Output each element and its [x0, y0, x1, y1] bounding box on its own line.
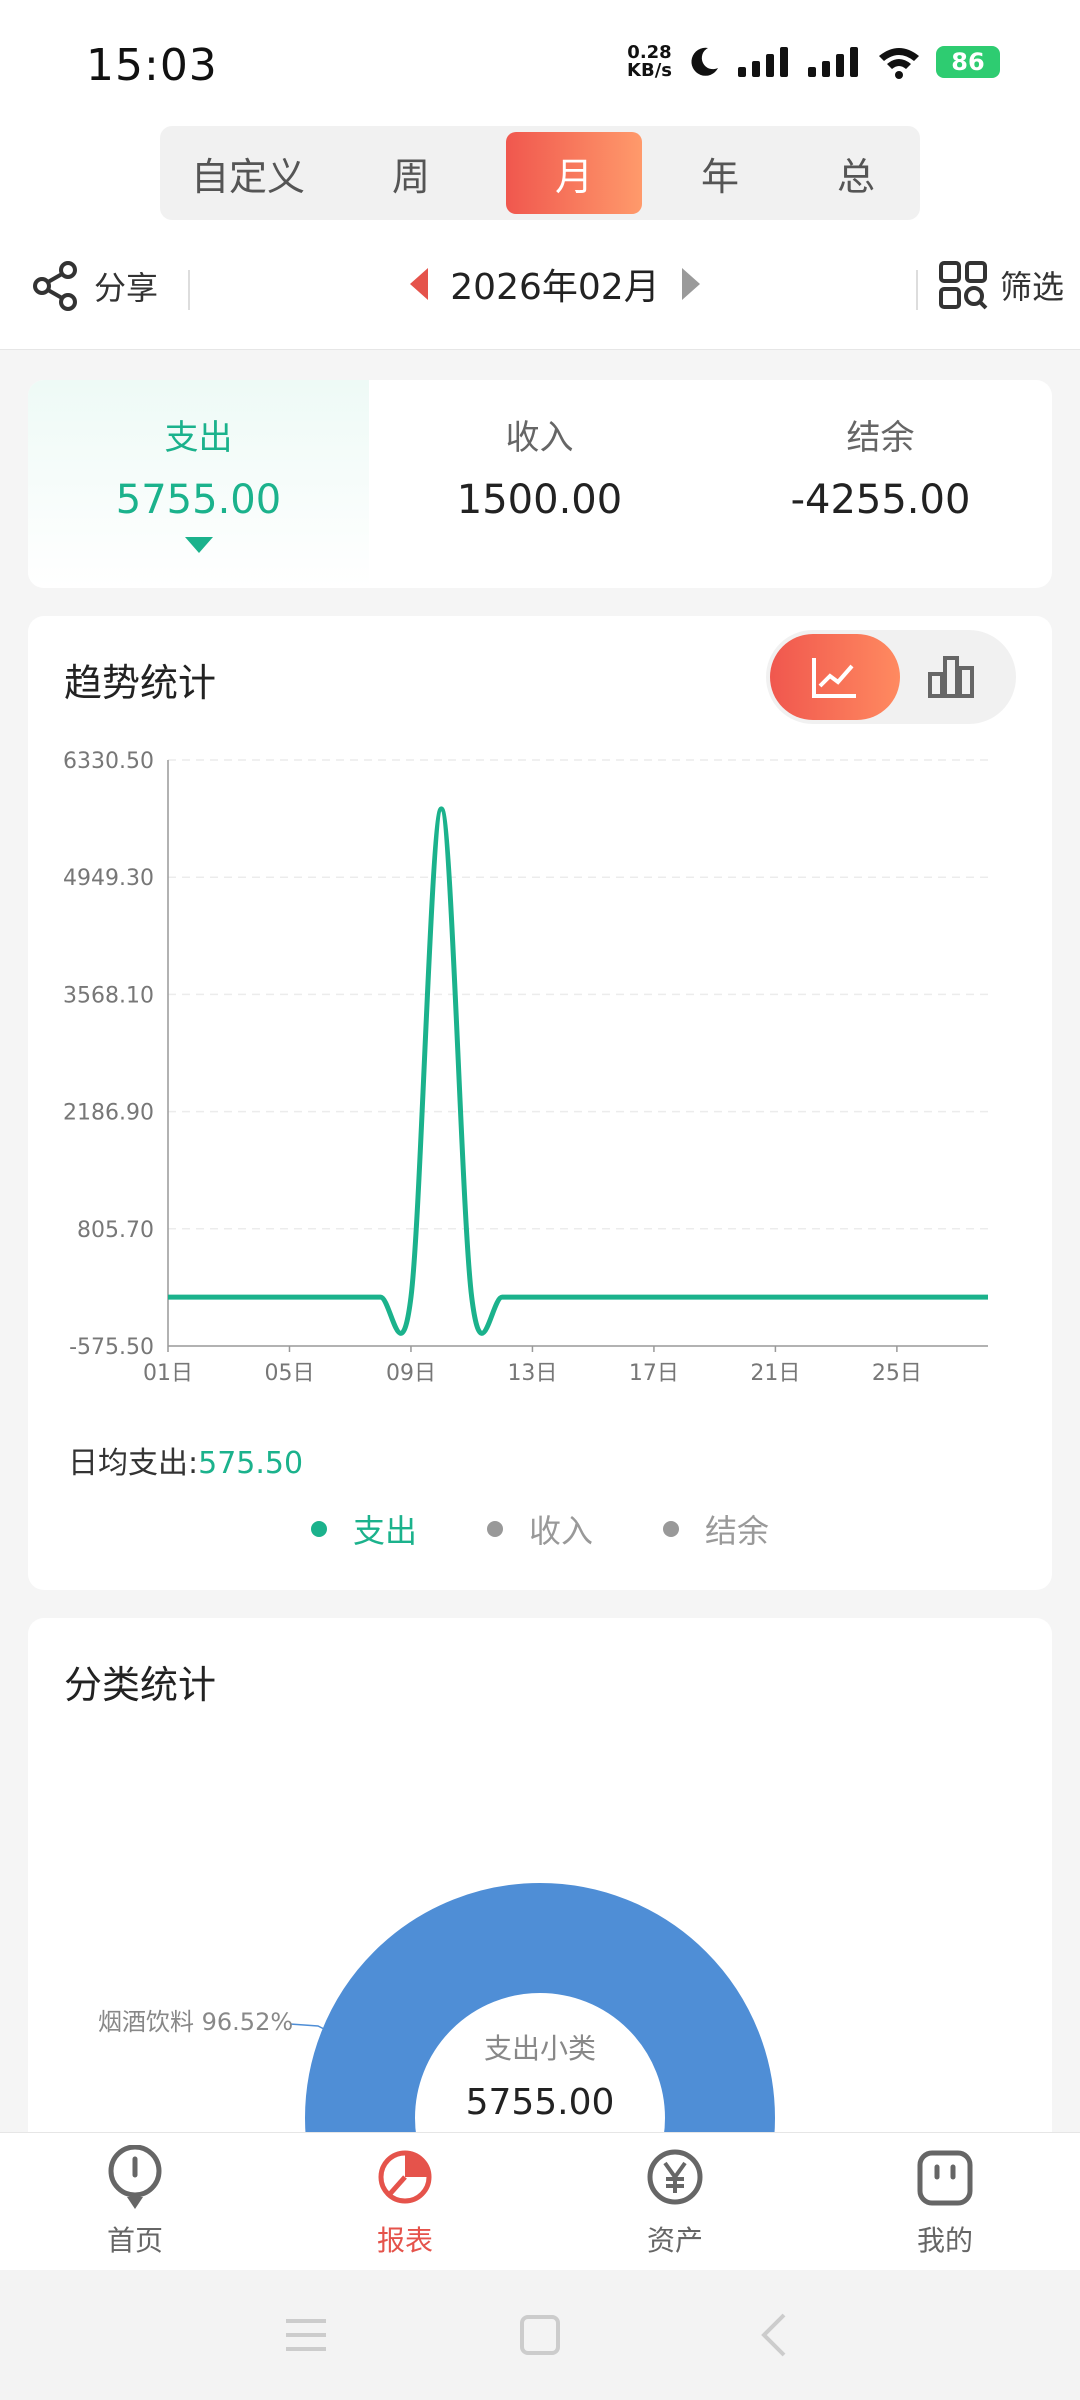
chart-type-toggle: [766, 630, 1016, 724]
slice-label: 烟酒饮料 96.52%: [98, 2008, 293, 2036]
income-label: 收入: [505, 418, 574, 458]
legend-income[interactable]: 收入: [486, 1506, 593, 1552]
daily-average: 日均支出:575.50: [68, 1438, 303, 1482]
tab-total[interactable]: 总: [796, 132, 916, 214]
nav-assets[interactable]: 资产: [575, 2145, 775, 2259]
summary-balance[interactable]: 结余 -4255.00: [710, 380, 1051, 588]
y-tick-label: 3568.10: [63, 983, 154, 1008]
share-button[interactable]: 分享: [30, 260, 158, 312]
filter-label: 筛选: [999, 268, 1064, 306]
legend-dot: [486, 1521, 503, 1537]
y-tick-label: 6330.50: [63, 749, 154, 774]
x-tick-label: 21日: [750, 1361, 800, 1386]
category-donut-chart: 烟酒饮料 96.52% 支出小类 5755.00: [98, 1883, 775, 2138]
expense-label: 支出: [164, 418, 233, 458]
net-speed: 0.28 KB/s: [627, 44, 672, 80]
nav-profile-label: 我的: [916, 2224, 973, 2257]
yen-icon: [647, 2149, 703, 2205]
bar-chart-toggle[interactable]: [906, 634, 996, 720]
line-chart-icon: [812, 658, 856, 698]
summary-income[interactable]: 收入 1500.00: [369, 380, 710, 588]
filter-button[interactable]: 筛选: [938, 260, 1064, 310]
series-line-expense: [167, 806, 988, 1336]
y-tick-label: 4949.30: [63, 866, 154, 891]
donut-center-label: 支出小类: [484, 2032, 596, 2065]
legend-income-label: 收入: [528, 1512, 593, 1550]
daily-average-label: 日均支出:: [68, 1446, 199, 1481]
legend-dot: [663, 1521, 679, 1537]
trend-line-chart: 6330.50 4949.30 3568.10 2186.90 805.70 -575.5…: [63, 749, 988, 1386]
category-card: 分类统计 烟酒饮料 96.52% 支出小类 5755.00: [28, 1618, 1052, 2138]
tab-year[interactable]: 年: [660, 132, 780, 214]
moon-icon: [691, 47, 718, 76]
x-tick-label: 25日: [872, 1361, 922, 1386]
tab-month[interactable]: 月: [506, 132, 642, 214]
selected-indicator-icon: [184, 537, 213, 553]
legend-dot: [310, 1521, 327, 1537]
tab-custom[interactable]: 自定义: [178, 132, 318, 214]
nav-reports[interactable]: 报表: [305, 2145, 505, 2259]
nav-home[interactable]: 首页: [35, 2145, 235, 2259]
y-tick-label: 2186.90: [63, 1101, 154, 1126]
divider: [188, 270, 190, 310]
x-tick-label: 05日: [264, 1361, 314, 1386]
x-tick-label: 17日: [629, 1361, 679, 1386]
report-header: 自定义 周 月 年 总 分享 2026年02月 筛选: [0, 120, 1080, 350]
balance-value: -4255.00: [790, 477, 971, 523]
tab-week[interactable]: 周: [346, 132, 476, 214]
summary-expense[interactable]: 支出 5755.00: [28, 380, 369, 588]
toolbar: 分享 2026年02月 筛选: [0, 250, 1080, 330]
legend-expense-label: 支出: [352, 1512, 417, 1550]
x-tick-label: 13日: [507, 1361, 557, 1386]
signal-2-icon: [808, 47, 858, 77]
nav-profile[interactable]: 我的: [845, 2145, 1045, 2259]
legend-expense[interactable]: 支出: [310, 1506, 417, 1552]
net-speed-unit: KB/s: [627, 60, 672, 81]
chart-legend: 支出 收入 结余: [28, 1506, 1052, 1552]
battery-indicator: 86: [936, 46, 1000, 78]
pin-icon: [108, 2145, 162, 2209]
legend-balance-label: 结余: [705, 1512, 770, 1550]
month-navigator: 2026年02月: [410, 258, 700, 310]
status-time: 15:03: [86, 40, 218, 91]
daily-average-value: 575.50: [198, 1446, 304, 1481]
trend-card: 趋势统计 6330.50 4949.30 3568.10 2186.90 805.70 -…: [28, 616, 1052, 1590]
home-square-icon[interactable]: [510, 2305, 570, 2365]
legend-balance[interactable]: 结余: [663, 1506, 769, 1552]
line-chart-toggle[interactable]: [770, 634, 900, 720]
nav-home-label: 首页: [106, 2224, 163, 2257]
filter-grid-icon: [938, 261, 988, 310]
pie-chart-icon: [378, 2150, 432, 2204]
status-icons: 0.28 KB/s 86: [627, 44, 1000, 80]
system-nav-bar: [0, 2270, 1080, 2400]
bar-chart-icon: [928, 656, 974, 698]
share-label: 分享: [94, 269, 159, 307]
nav-assets-label: 资产: [646, 2224, 703, 2257]
x-tick-label: 01日: [143, 1361, 193, 1386]
wifi-icon: [879, 48, 919, 79]
divider: [916, 270, 918, 310]
current-month[interactable]: 2026年02月: [450, 258, 659, 310]
nav-reports-label: 报表: [376, 2224, 433, 2257]
balance-label: 结余: [846, 418, 915, 458]
trend-title: 趋势统计: [64, 661, 217, 705]
x-tick-label: 09日: [386, 1361, 436, 1386]
donut-center-value: 5755.00: [466, 2082, 615, 2123]
prev-month-icon[interactable]: [410, 268, 428, 300]
bottom-navigation: 首页 报表 资产 我的: [0, 2132, 1080, 2270]
y-tick-label: -575.50: [69, 1335, 154, 1360]
face-icon: [917, 2150, 973, 2206]
share-icon: [33, 261, 77, 311]
income-value: 1500.00: [456, 477, 623, 523]
status-bar: 15:03 0.28 KB/s 86: [0, 0, 1080, 120]
signal-icon: [738, 47, 788, 77]
back-icon[interactable]: [744, 2305, 804, 2365]
menu-icon[interactable]: [276, 2305, 336, 2365]
summary-card: 支出 5755.00 收入 1500.00 结余 -4255.00: [28, 380, 1052, 588]
next-month-icon[interactable]: [682, 268, 700, 300]
period-segmented-control: 自定义 周 月 年 总: [160, 126, 920, 220]
expense-value: 5755.00: [115, 477, 282, 523]
y-tick-label: 805.70: [77, 1218, 154, 1243]
